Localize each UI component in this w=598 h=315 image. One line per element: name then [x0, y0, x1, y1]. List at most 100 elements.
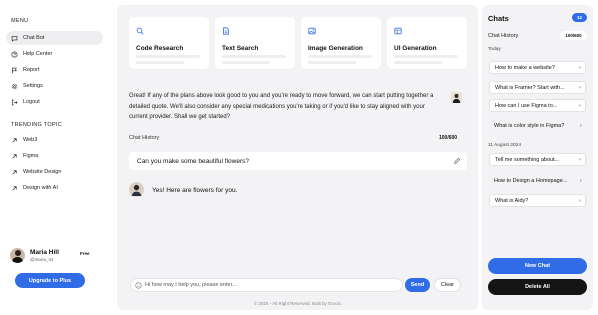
card-title: UI Generation — [394, 45, 437, 52]
trending-item-label: Website Design — [23, 169, 62, 175]
clear-button[interactable]: Clear — [434, 278, 461, 292]
trending-item-label: Design with AI — [23, 185, 58, 191]
trending-item-figma[interactable]: Figma — [6, 149, 103, 163]
main-chat-area: Code Research Text Search Image Generati… — [117, 5, 478, 310]
help-circle-icon — [11, 51, 18, 57]
arrow-up-right-icon — [12, 137, 17, 142]
trending-item-website-design[interactable]: Website Design — [6, 165, 103, 179]
chat-history-label: Chat History — [488, 33, 519, 39]
card-title: Image Generation — [308, 45, 363, 52]
chat-item[interactable]: What is color style in Figma? › — [489, 119, 586, 132]
chevron-right-icon: › — [578, 197, 581, 204]
sidebar-item-label: Chat Bot — [23, 35, 45, 41]
trending-item-design-with-ai[interactable]: Design with AI — [6, 181, 103, 195]
message-input[interactable]: Hi how may I help you, please enter... — [130, 278, 403, 292]
gear-icon — [11, 83, 18, 89]
card-image-generation[interactable]: Image Generation — [301, 17, 381, 69]
card-placeholder-line — [136, 55, 200, 58]
chat-item-label: What is Framer? Start with... — [495, 84, 565, 91]
answer-text: Yes! Here are flowers for you. — [152, 187, 238, 194]
sidebar-item-label: Help Center — [23, 51, 53, 57]
trending-item-web3[interactable]: Web3 — [6, 133, 103, 147]
send-button[interactable]: Send — [405, 278, 430, 292]
sidebar-item-label: Settings — [23, 83, 43, 89]
chat-item[interactable]: How to Design a Homepage... › — [489, 174, 586, 187]
trending-heading: TRENDING TOPIC — [11, 122, 63, 128]
card-placeholder-line — [394, 61, 442, 64]
card-placeholder-line — [222, 61, 270, 64]
document-icon — [223, 27, 229, 35]
layout-icon — [394, 27, 402, 35]
flag-icon — [12, 67, 17, 73]
question-text: Can you make some beautiful flowers? — [137, 157, 250, 165]
assistant-message: Great! If any of the plans above look go… — [129, 93, 434, 120]
chevron-right-icon: › — [579, 122, 582, 129]
card-title: Code Research — [136, 45, 184, 52]
user-avatar-icon — [451, 92, 462, 103]
card-title: Text Search — [222, 45, 259, 52]
arrow-up-right-icon — [12, 169, 17, 174]
date-group-label: 11 August 2024 — [488, 143, 521, 148]
sidebar-item-settings[interactable]: Settings — [6, 79, 103, 93]
sidebar-item-help-center[interactable]: Help Center — [6, 47, 103, 61]
chats-panel: Chats 12 Chat History 100/600 Today How … — [482, 5, 593, 310]
chat-history-count: 100/600 — [439, 135, 458, 141]
sidebar-item-chat-bot[interactable]: Chat Bot — [6, 31, 103, 45]
chat-item-label: Tell me something about... — [495, 156, 560, 163]
card-placeholder-line — [308, 55, 372, 58]
delete-all-button[interactable]: Delete All — [488, 279, 587, 295]
chevron-right-icon: › — [578, 156, 581, 163]
logout-icon — [11, 99, 18, 105]
sidebar-item-report[interactable]: Report — [6, 63, 103, 77]
new-chat-button[interactable]: New Chat — [488, 258, 587, 274]
chevron-right-icon: › — [578, 84, 581, 91]
smiley-icon[interactable] — [135, 281, 142, 289]
arrow-up-right-icon — [12, 153, 17, 158]
chevron-right-icon: › — [578, 64, 581, 71]
chat-item[interactable]: Tell me something about... › — [489, 153, 586, 166]
card-placeholder-line — [394, 55, 458, 58]
arrow-up-right-icon — [12, 185, 17, 190]
date-group-label: Today — [488, 47, 501, 52]
user-question: Can you make some beautiful flowers? — [129, 152, 467, 170]
card-placeholder-line — [222, 55, 286, 58]
chat-item[interactable]: How can I use Figma to... › — [489, 99, 586, 112]
sidebar-item-label: Report — [23, 67, 40, 73]
card-ui-generation[interactable]: UI Generation — [387, 17, 467, 69]
chat-item-label: How can I use Figma to... — [495, 102, 558, 109]
menu-heading: MENU — [11, 18, 29, 24]
upgrade-button[interactable]: Upgrade to Plus — [15, 273, 85, 288]
user-name: Maria Hill — [30, 248, 59, 256]
sidebar-item-label: Logout — [23, 99, 40, 105]
chat-item[interactable]: What is Aidy? › — [489, 194, 586, 207]
plan-badge: Free — [80, 251, 90, 256]
chat-item-label: What is Aidy? — [495, 197, 529, 204]
chat-item-label: How to make a website? — [495, 64, 555, 71]
trending-item-label: Figma — [23, 153, 39, 159]
trending-item-label: Web3 — [23, 137, 38, 143]
chats-title: Chats — [488, 14, 509, 23]
footer-text: © 2024 - All Right Reserved, Built by Gr… — [253, 301, 342, 306]
chat-item[interactable]: How to make a website? › — [489, 61, 586, 74]
card-placeholder-line — [308, 61, 356, 64]
card-code-research[interactable]: Code Research — [129, 17, 209, 69]
edit-pencil-icon[interactable] — [453, 157, 461, 165]
left-sidebar: MENU Chat Bot Help Center Report Setting… — [0, 0, 117, 315]
user-handle: @maria_34 — [30, 256, 54, 262]
chevron-right-icon: › — [579, 177, 582, 184]
bot-avatar-icon — [129, 182, 144, 197]
image-icon — [308, 27, 316, 35]
avatar — [10, 247, 25, 263]
chevron-right-icon: › — [578, 102, 581, 109]
chat-item-label: How to Design a Homepage... — [494, 177, 568, 184]
search-icon — [136, 27, 144, 35]
sidebar-item-logout[interactable]: Logout — [6, 95, 103, 109]
chat-item[interactable]: What is Framer? Start with... › — [489, 81, 586, 94]
chat-history-label: Chat History — [129, 135, 160, 141]
card-text-search[interactable]: Text Search — [215, 17, 295, 69]
input-placeholder: Hi how may I help you, please enter... — [145, 282, 237, 288]
chat-item-label: What is color style in Figma? — [494, 122, 565, 129]
user-card[interactable]: Maria Hill @maria_34 Free — [10, 243, 92, 267]
card-placeholder-line — [136, 61, 184, 64]
chat-bubble-icon — [11, 35, 18, 42]
